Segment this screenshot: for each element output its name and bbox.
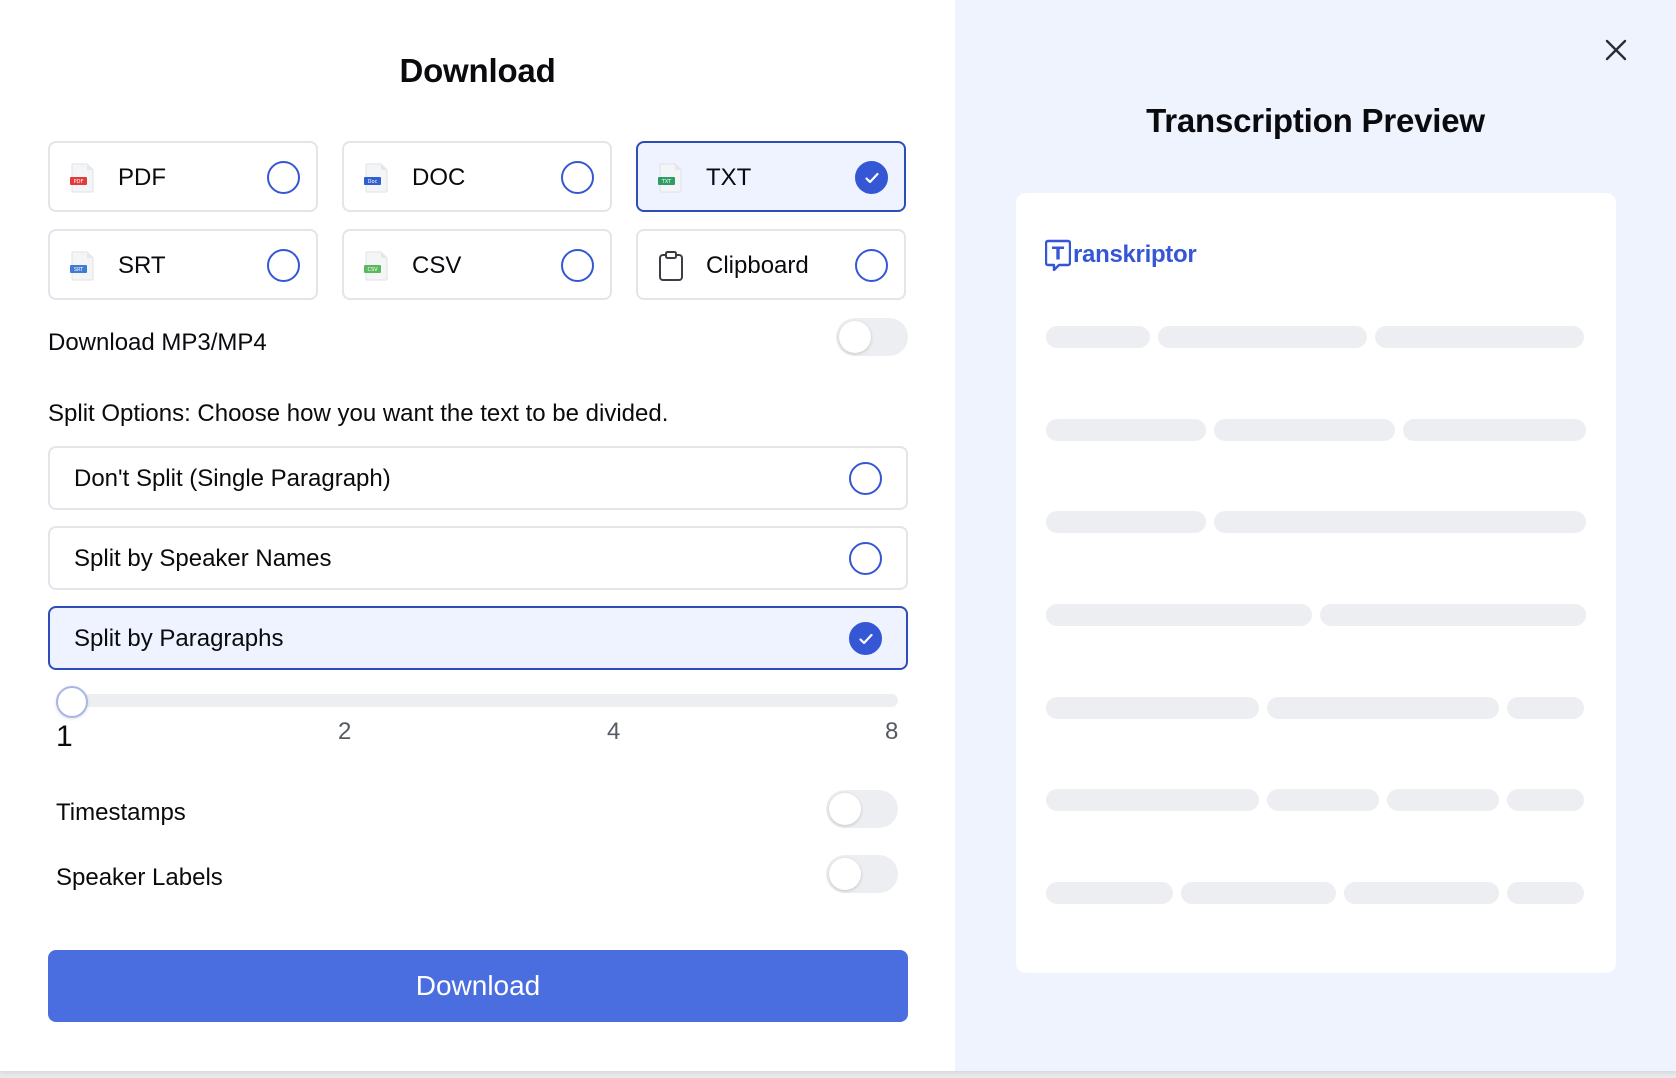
txt-badge: TXT bbox=[661, 179, 672, 185]
csv-file-icon: CSV bbox=[364, 251, 390, 281]
media-download-row: Download MP3/MP4 bbox=[48, 318, 908, 365]
skeleton-line bbox=[1046, 326, 1586, 348]
split-radio[interactable] bbox=[849, 542, 882, 575]
skeleton-line bbox=[1046, 789, 1586, 811]
format-option-clipboard[interactable]: Clipboard bbox=[636, 229, 906, 300]
slider-thumb[interactable] bbox=[56, 686, 88, 718]
split-option-dont-split[interactable]: Don't Split (Single Paragraph) bbox=[48, 446, 908, 510]
pdf-file-icon: PDF bbox=[70, 163, 96, 193]
doc-badge: Doc bbox=[368, 179, 378, 185]
toggle-knob bbox=[829, 793, 861, 825]
skeleton-line bbox=[1046, 604, 1586, 626]
format-option-doc[interactable]: Doc DOC bbox=[342, 141, 612, 212]
preview-title: Transcription Preview bbox=[1146, 102, 1485, 139]
clipboard-icon bbox=[658, 251, 684, 281]
format-option-pdf[interactable]: PDF PDF bbox=[48, 141, 318, 212]
format-label: DOC bbox=[412, 164, 466, 191]
toggle-knob bbox=[829, 858, 861, 890]
format-label: CSV bbox=[412, 252, 462, 279]
speaker-labels-row: Speaker Labels bbox=[56, 855, 898, 898]
dialog-title: Download bbox=[399, 52, 556, 89]
skeleton-line bbox=[1046, 697, 1586, 719]
pdf-badge: PDF bbox=[74, 179, 84, 185]
format-option-txt[interactable]: TXT TXT bbox=[636, 141, 906, 212]
format-label: TXT bbox=[706, 164, 752, 191]
skeleton-line bbox=[1046, 882, 1586, 904]
srt-badge: SRT bbox=[74, 267, 84, 273]
format-option-srt[interactable]: SRT SRT bbox=[48, 229, 318, 300]
download-dialog: Download PDF PDF Doc DOC TXT TXT SRT SRT… bbox=[0, 0, 1676, 1071]
format-radio[interactable] bbox=[267, 161, 300, 194]
svg-text:T: T bbox=[1052, 244, 1065, 265]
paragraph-size-slider[interactable]: 1 2 4 8 bbox=[56, 686, 899, 760]
format-option-csv[interactable]: CSV CSV bbox=[342, 229, 612, 300]
logo-text: ranskriptor bbox=[1073, 241, 1197, 268]
split-option-label: Split by Speaker Names bbox=[74, 545, 332, 572]
split-option-speaker-names[interactable]: Split by Speaker Names bbox=[48, 526, 908, 590]
media-download-toggle[interactable] bbox=[836, 318, 908, 356]
split-options-heading: Split Options: Choose how you want the t… bbox=[48, 400, 669, 427]
format-label: SRT bbox=[118, 252, 166, 279]
txt-file-icon: TXT bbox=[658, 163, 684, 193]
format-radio-checked[interactable] bbox=[855, 161, 888, 194]
doc-file-icon: Doc bbox=[364, 163, 390, 193]
format-radio[interactable] bbox=[267, 249, 300, 282]
speaker-labels-label: Speaker Labels bbox=[56, 864, 223, 891]
check-icon bbox=[864, 172, 879, 183]
close-icon[interactable] bbox=[1602, 36, 1630, 64]
split-option-paragraphs[interactable]: Split by Paragraphs bbox=[48, 606, 908, 670]
download-button[interactable]: Download bbox=[48, 950, 908, 1022]
format-radio[interactable] bbox=[561, 249, 594, 282]
logo-mark-icon: T bbox=[1045, 239, 1071, 271]
timestamps-toggle[interactable] bbox=[826, 790, 898, 828]
split-option-label: Don't Split (Single Paragraph) bbox=[74, 465, 391, 492]
format-radio[interactable] bbox=[855, 249, 888, 282]
media-download-label: Download MP3/MP4 bbox=[48, 329, 267, 356]
format-label: Clipboard bbox=[706, 252, 809, 279]
skeleton-line bbox=[1046, 511, 1586, 533]
slider-tick-2: 2 bbox=[338, 718, 352, 745]
skeleton-line bbox=[1046, 419, 1586, 441]
download-options-panel: Download PDF PDF Doc DOC TXT TXT SRT SRT… bbox=[0, 0, 955, 1071]
slider-tick-1: 1 bbox=[56, 720, 73, 753]
timestamps-label: Timestamps bbox=[56, 799, 186, 826]
split-radio[interactable] bbox=[849, 462, 882, 495]
split-option-label: Split by Paragraphs bbox=[74, 625, 284, 652]
slider-track[interactable] bbox=[56, 694, 898, 707]
toggle-knob bbox=[839, 321, 871, 353]
preview-card: T ranskriptor bbox=[1016, 193, 1616, 973]
csv-badge: CSV bbox=[367, 267, 378, 273]
slider-tick-8: 8 bbox=[885, 718, 899, 745]
slider-tick-4: 4 bbox=[607, 718, 621, 745]
split-radio-checked[interactable] bbox=[849, 622, 882, 655]
check-icon bbox=[858, 633, 873, 644]
format-label: PDF bbox=[118, 164, 166, 191]
transkriptor-logo: T ranskriptor bbox=[1045, 238, 1197, 272]
srt-file-icon: SRT bbox=[70, 251, 96, 281]
speaker-labels-toggle[interactable] bbox=[826, 855, 898, 893]
timestamps-row: Timestamps bbox=[56, 790, 898, 833]
format-radio[interactable] bbox=[561, 161, 594, 194]
